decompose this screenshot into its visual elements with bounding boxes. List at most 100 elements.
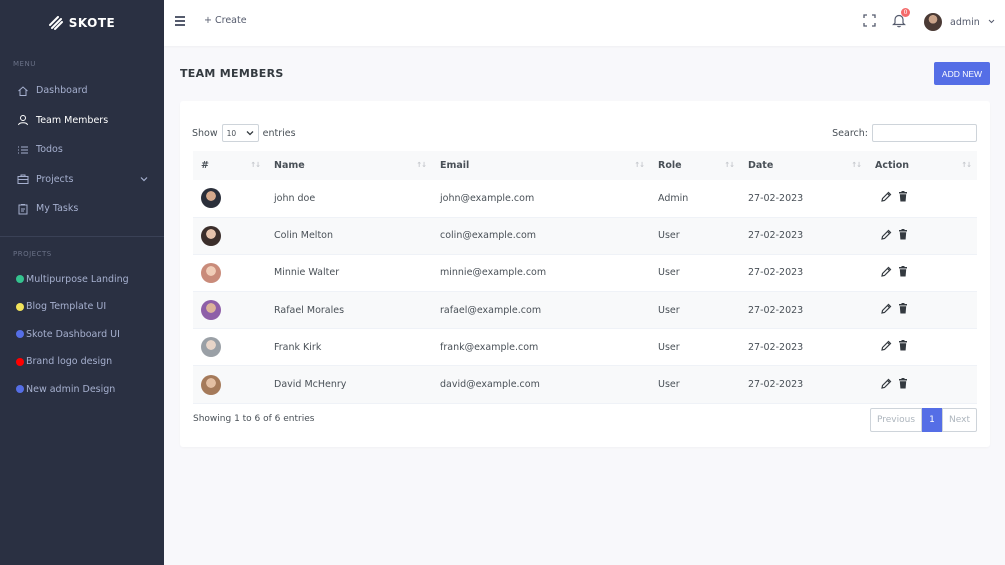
project-item[interactable]: New admin Design [0, 376, 164, 404]
page-size-value: 10 [226, 128, 237, 138]
pagination: Previous 1 Next [870, 408, 977, 432]
sort-icon: ↑↓ [961, 161, 972, 169]
brand-name: SKOTE [68, 16, 116, 30]
edit-pencil-icon[interactable] [881, 229, 892, 240]
project-item[interactable]: Blog Template UI [0, 293, 164, 321]
project-label: Blog Template UI [26, 301, 107, 313]
show-label: Show [192, 127, 218, 139]
sort-icon: ↑↓ [724, 161, 735, 169]
avatar [201, 300, 221, 321]
member-name: Colin Melton [266, 217, 432, 255]
pagination-next-button[interactable]: Next [942, 408, 977, 432]
member-email: john@example.com [432, 180, 650, 218]
delete-trash-icon[interactable] [898, 377, 908, 389]
project-label: Skote Dashboard UI [26, 328, 120, 340]
page-length-control: Show 10 entries [192, 124, 296, 142]
sort-icon: ↑↓ [634, 161, 645, 169]
sidebar-item-team-members[interactable]: Team Members [0, 106, 164, 136]
column-header-date[interactable]: Date ↑↓ [740, 151, 867, 180]
member-email: rafael@example.com [432, 291, 650, 330]
sidebar-item-my-tasks[interactable]: My Tasks [0, 194, 164, 224]
chevron-down-icon [988, 18, 995, 26]
create-button[interactable]: + Create [204, 15, 247, 26]
member-role: User [650, 254, 740, 293]
column-header-index[interactable]: # ↑↓ [193, 151, 266, 180]
member-email: david@example.com [432, 365, 650, 404]
column-header-name[interactable]: Name ↑↓ [266, 151, 432, 180]
notification-badge: 0 [901, 8, 910, 17]
delete-trash-icon[interactable] [898, 303, 908, 314]
user-icon [16, 114, 29, 127]
edit-pencil-icon[interactable] [881, 303, 892, 314]
home-icon [16, 84, 29, 97]
sidebar-nav: Dashboard Team Members Todos Projects My… [0, 76, 164, 224]
avatar [201, 262, 221, 283]
member-role: User [650, 291, 740, 330]
project-label: Multipurpose Landing [26, 273, 129, 285]
sidebar-divider [0, 235, 164, 237]
project-item[interactable]: Multipurpose Landing [0, 266, 164, 294]
pagination-previous-button[interactable]: Previous [870, 408, 922, 432]
user-dropdown[interactable]: admin [924, 13, 995, 31]
project-label: Brand logo design [26, 356, 113, 368]
project-color-dot [16, 385, 24, 394]
project-color-dot [16, 302, 24, 311]
member-name: Frank Kirk [266, 328, 432, 367]
avatar [201, 188, 221, 209]
page-size-select[interactable]: 10 [221, 124, 259, 142]
topbar: + Create 0 admin [164, 0, 1005, 46]
list-icon [16, 143, 29, 156]
sidebar-item-label: Dashboard [36, 85, 88, 97]
project-item[interactable]: Brand logo design [0, 348, 164, 376]
clipboard-icon [16, 202, 29, 215]
projects-list: Multipurpose Landing Blog Template UI Sk… [0, 266, 164, 404]
chevron-down-icon [140, 175, 148, 184]
chevron-down-icon [246, 131, 254, 136]
fullscreen-icon[interactable] [863, 14, 876, 27]
member-date: 27-02-2023 [740, 217, 867, 255]
column-header-action[interactable]: Action ↑↓ [867, 151, 977, 180]
table-row: john doe john@example.com Admin 27-02-20… [193, 180, 977, 218]
search-label: Search: [832, 127, 868, 139]
table-row: Minnie Walter minnie@example.com User 27… [193, 254, 977, 293]
sidebar-item-label: Projects [36, 173, 74, 185]
table-row: Rafael Morales rafael@example.com User 2… [193, 291, 977, 330]
avatar [201, 225, 221, 246]
member-email: colin@example.com [432, 217, 650, 255]
projects-section-title: PROJECTS [13, 249, 52, 258]
column-header-role[interactable]: Role ↑↓ [650, 151, 740, 180]
pagination-page-1[interactable]: 1 [922, 408, 942, 432]
sidebar-item-todos[interactable]: Todos [0, 135, 164, 165]
delete-trash-icon[interactable] [898, 228, 908, 240]
edit-pencil-icon[interactable] [881, 266, 892, 277]
member-role: User [650, 328, 740, 367]
column-header-email[interactable]: Email ↑↓ [432, 151, 650, 180]
add-new-button[interactable]: ADD NEW [934, 62, 990, 85]
user-name: admin [950, 16, 980, 28]
sidebar-item-projects[interactable]: Projects [0, 165, 164, 195]
member-date: 27-02-2023 [740, 291, 867, 330]
member-date: 27-02-2023 [740, 180, 867, 218]
search-input[interactable] [872, 124, 977, 142]
brand-logo[interactable]: SKOTE [0, 0, 164, 46]
member-email: minnie@example.com [432, 254, 650, 293]
sort-icon: ↑↓ [851, 161, 862, 169]
sidebar-item-dashboard[interactable]: Dashboard [0, 76, 164, 106]
delete-trash-icon[interactable] [898, 191, 908, 202]
member-date: 27-02-2023 [740, 328, 867, 367]
hamburger-menu-icon[interactable] [175, 16, 185, 26]
table-info: Showing 1 to 6 of 6 entries [193, 414, 315, 424]
menu-section-title: MENU [13, 60, 36, 68]
project-item[interactable]: Skote Dashboard UI [0, 321, 164, 349]
delete-trash-icon[interactable] [898, 265, 908, 277]
member-role: User [650, 365, 740, 404]
edit-pencil-icon[interactable] [881, 378, 892, 389]
sidebar-item-label: Team Members [36, 114, 109, 126]
edit-pencil-icon[interactable] [881, 340, 892, 352]
delete-trash-icon[interactable] [898, 340, 908, 351]
plus-icon: + [204, 15, 212, 26]
sort-icon: ↑↓ [416, 161, 427, 169]
edit-pencil-icon[interactable] [881, 191, 892, 203]
member-role: User [650, 217, 740, 255]
member-date: 27-02-2023 [740, 254, 867, 293]
